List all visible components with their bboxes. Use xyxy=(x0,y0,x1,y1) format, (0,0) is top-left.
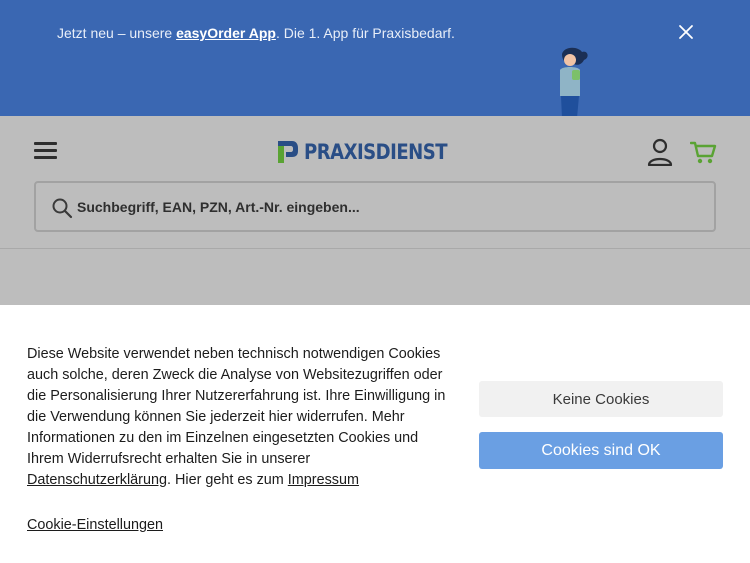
site-header: PRAXISDIENST xyxy=(0,116,750,249)
search-box[interactable] xyxy=(34,181,716,232)
search-input[interactable] xyxy=(77,183,677,230)
page-content-overlay xyxy=(0,249,750,305)
close-icon xyxy=(679,25,693,39)
cookie-consent-text: Diese Website verwendet neben technisch … xyxy=(27,344,452,491)
praxisdienst-logo-icon xyxy=(278,141,298,163)
accept-cookies-button[interactable]: Cookies sind OK xyxy=(479,432,723,469)
cookie-settings-link[interactable]: Cookie-Einstellungen xyxy=(27,515,163,535)
promo-text-after: . Die 1. App für Praxisbedarf. xyxy=(275,25,455,41)
promo-text-before: Jetzt neu – unsere xyxy=(57,25,177,41)
easyorder-app-link[interactable]: easyOrder App xyxy=(176,25,276,41)
promo-banner: Jetzt neu – unsere easyOrder App. Die 1.… xyxy=(0,0,750,116)
site-logo[interactable]: PRAXISDIENST xyxy=(278,140,470,164)
menu-button[interactable] xyxy=(34,142,58,162)
logo-text: PRAXISDIENST xyxy=(304,140,448,164)
promo-close-button[interactable] xyxy=(676,22,696,42)
cookie-consent-banner: Diese Website verwendet neben technisch … xyxy=(0,305,750,563)
user-account-icon xyxy=(647,138,673,167)
shopping-cart-icon xyxy=(689,141,717,164)
cookie-text-imprint-intro: . Hier geht es zum xyxy=(167,472,288,488)
cart-button[interactable] xyxy=(689,140,718,166)
cookie-text-main: Diese Website verwendet neben technisch … xyxy=(27,346,446,467)
imprint-link[interactable]: Impressum xyxy=(288,472,359,488)
privacy-policy-link[interactable]: Datenschutzerklärung xyxy=(27,472,167,488)
reject-cookies-button[interactable]: Keine Cookies xyxy=(479,381,723,417)
search-icon xyxy=(52,198,73,219)
hamburger-menu-icon xyxy=(34,142,57,145)
promo-illustration xyxy=(548,46,592,116)
account-button[interactable] xyxy=(647,138,673,167)
promo-text: Jetzt neu – unsere easyOrder App. Die 1.… xyxy=(57,24,455,42)
